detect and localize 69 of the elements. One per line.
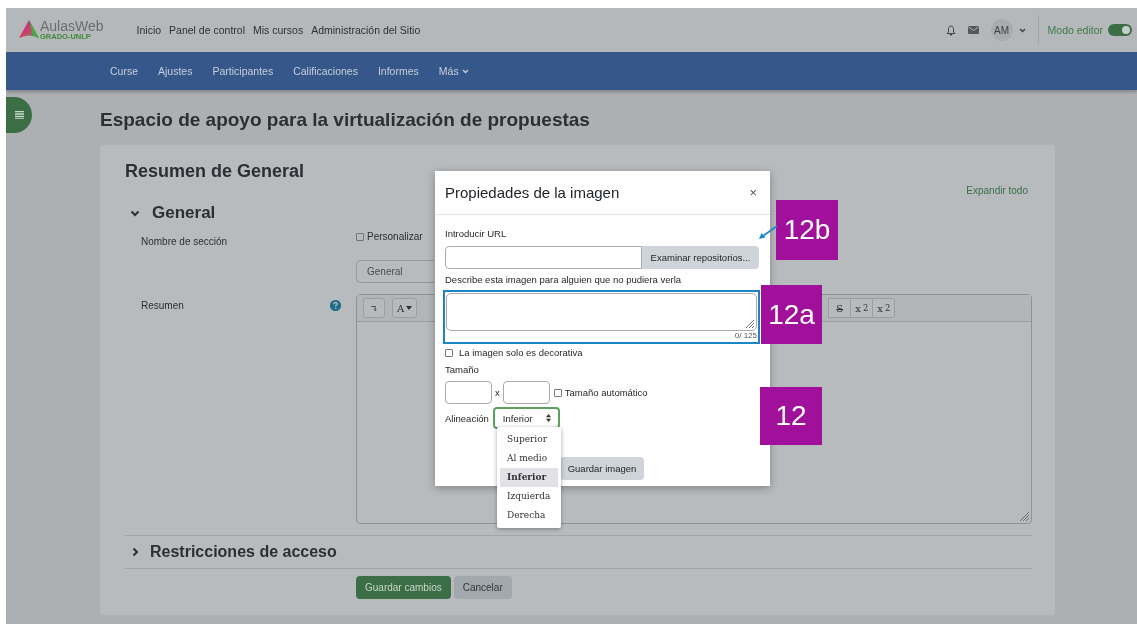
checkbox-label: Personalizar xyxy=(367,231,423,242)
width-input[interactable] xyxy=(445,381,492,404)
course-nav-link[interactable]: Más xyxy=(438,65,469,77)
save-image-button[interactable]: Guardar imagen xyxy=(560,457,644,480)
pointer-arrow xyxy=(758,225,778,240)
chevron-down-icon[interactable] xyxy=(130,209,140,217)
field-label: Tamaño xyxy=(445,364,480,375)
field-label: Describe esta imagen para alguien que no pudiera verla xyxy=(445,274,683,285)
callout-label: 12 xyxy=(760,387,822,445)
mail-icon[interactable] xyxy=(967,26,979,34)
field-label: Resumen xyxy=(141,300,184,311)
nav-link[interactable]: Inicio xyxy=(136,24,162,36)
drawer-toggle-button[interactable] xyxy=(6,97,32,133)
section-name-field[interactable]: General xyxy=(356,260,434,283)
course-nav-link[interactable]: Ajustes xyxy=(158,65,193,77)
toolbar-button[interactable]: A xyxy=(392,298,418,318)
toolbar-button[interactable]: ↴ xyxy=(363,298,385,318)
close-button[interactable]: × xyxy=(746,185,760,200)
course-nav-link[interactable]: Participantes xyxy=(212,65,274,77)
description-textarea[interactable] xyxy=(446,293,757,331)
resize-grip-icon[interactable] xyxy=(1019,511,1029,521)
checkbox-label: La imagen solo es decorativa xyxy=(459,347,583,358)
caret-icon[interactable] xyxy=(1018,27,1026,33)
checkbox-label: Tamaño automático xyxy=(564,387,648,398)
checkbox[interactable] xyxy=(356,233,364,241)
dialog-title: Propiedades de la imagen xyxy=(445,184,620,201)
help-icon[interactable] xyxy=(330,300,341,311)
save-button[interactable]: Guardar cambios xyxy=(356,576,451,599)
chevron-right-icon[interactable] xyxy=(132,547,139,557)
dropdown-option[interactable]: Inferior xyxy=(500,468,558,487)
field-label: Alineación xyxy=(445,412,489,424)
character-counter: 0/ 125 xyxy=(733,331,757,341)
course-nav-link[interactable]: Informes xyxy=(377,65,419,77)
editor-mode-toggle[interactable] xyxy=(1108,24,1132,36)
logo-icon xyxy=(18,19,40,41)
form-title: Resumen de General xyxy=(125,160,306,183)
dropdown-option[interactable]: Izquierda xyxy=(500,487,558,506)
field-label: Nombre de sección xyxy=(141,236,228,247)
dropdown-option[interactable]: Al medio xyxy=(500,449,558,468)
size-separator: x xyxy=(495,387,500,398)
section-heading[interactable]: General xyxy=(152,202,216,224)
cancel-button[interactable]: Cancelar xyxy=(453,576,512,599)
sort-icon xyxy=(545,414,551,422)
resize-grip-icon[interactable] xyxy=(745,319,754,328)
url-input[interactable] xyxy=(445,246,642,269)
checkbox[interactable] xyxy=(445,348,453,357)
caret-icon xyxy=(406,306,413,310)
course-nav-link[interactable]: Curse xyxy=(110,65,138,77)
checkbox[interactable] xyxy=(553,389,562,397)
callout-label: 12a xyxy=(761,285,822,344)
bell-icon[interactable] xyxy=(945,24,956,36)
height-input[interactable] xyxy=(502,381,550,404)
list-icon xyxy=(14,111,24,119)
course-nav-link[interactable]: Calificaciones xyxy=(293,65,358,77)
browse-button[interactable]: Examinar repositorios... xyxy=(642,246,759,269)
page-title: Espacio de apoyo para la virtualización de propuestas xyxy=(100,108,591,132)
editor-mode-label: Modo editor xyxy=(1047,24,1103,36)
toolbar-button[interactable]: S xyxy=(828,298,851,318)
callout-label: 12b xyxy=(776,200,838,260)
brand-name: AulasWeb xyxy=(40,19,104,34)
chevron-down-icon xyxy=(461,68,469,74)
section-heading[interactable]: Restricciones de acceso xyxy=(150,543,337,561)
nav-link[interactable]: Administración del Sitio xyxy=(311,24,421,36)
nav-link[interactable]: Mis cursos xyxy=(252,24,304,36)
field-label: Introducir URL xyxy=(445,228,507,239)
dropdown-option[interactable]: Derecha xyxy=(500,506,558,525)
nav-link[interactable]: Panel de control xyxy=(169,24,245,36)
dropdown-option[interactable]: Superior xyxy=(500,430,558,449)
user-avatar[interactable]: AM xyxy=(990,19,1013,41)
